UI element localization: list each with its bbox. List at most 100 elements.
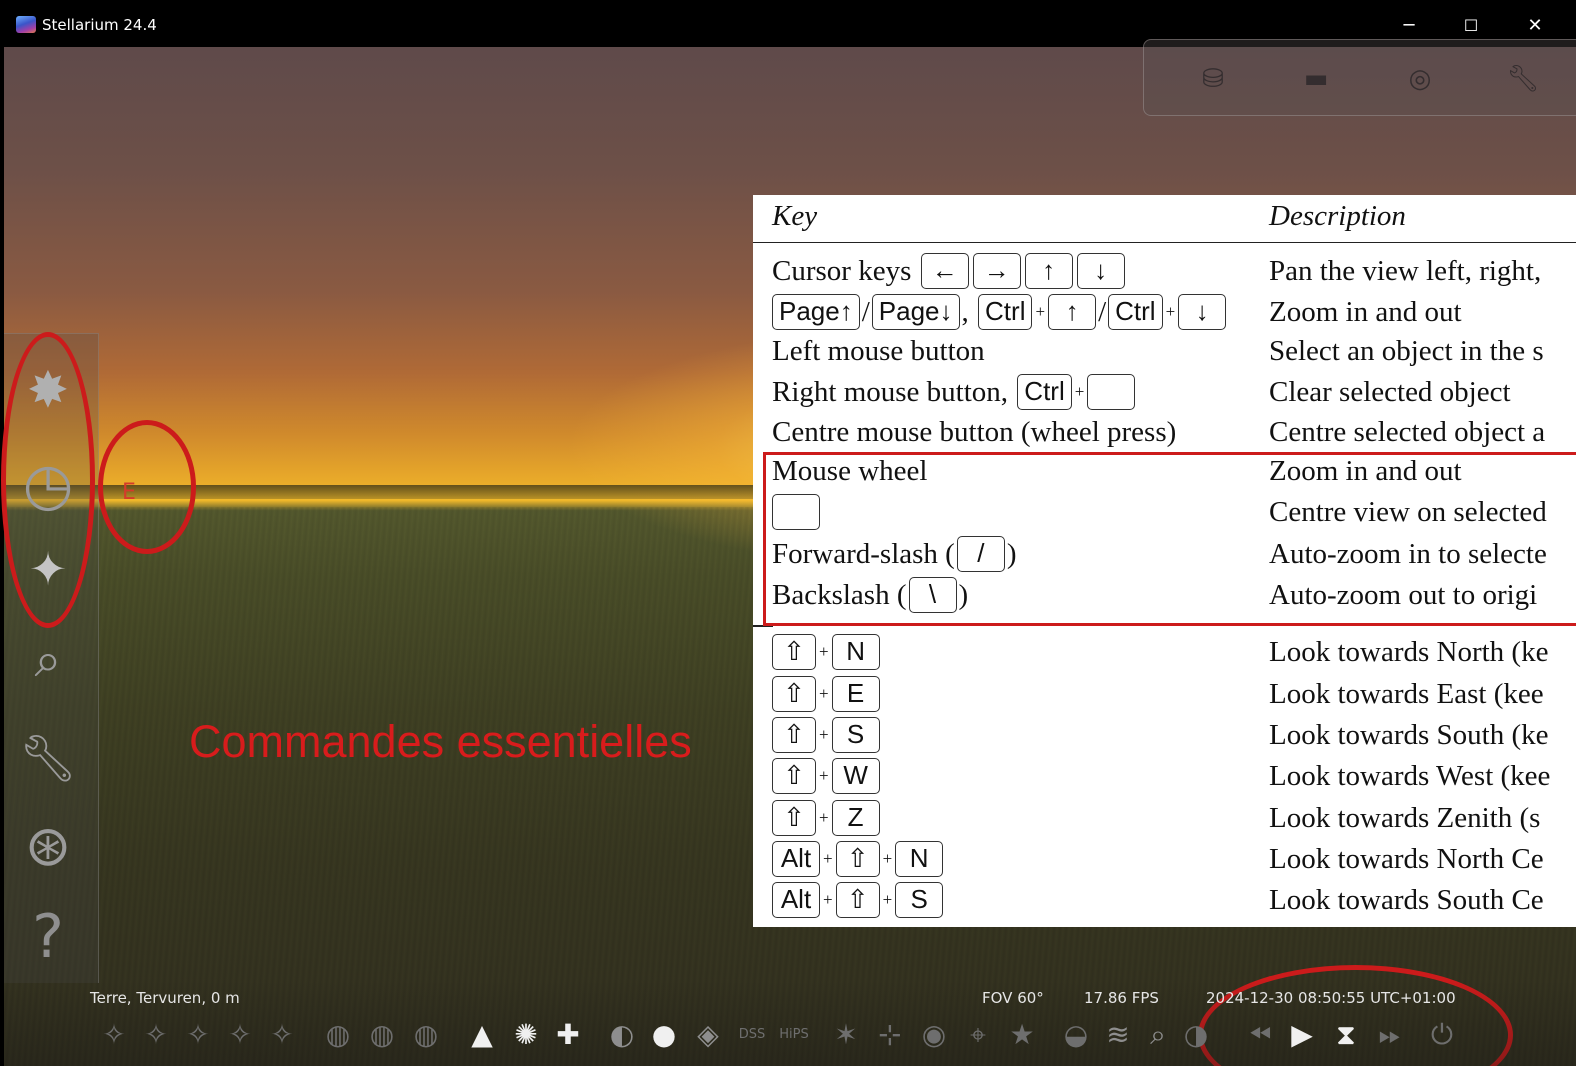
exoplanet-icon[interactable]: ≋ [1098,1015,1138,1055]
maximize-button[interactable]: ☐ [1448,9,1494,43]
wrench-icon[interactable]: 🔧︎ [1506,62,1540,96]
azimuthal-grid-icon[interactable]: ◍ [362,1015,402,1055]
key-shift: ⇧ [772,676,816,712]
hips-icon[interactable]: HiPS [774,1015,814,1055]
meteor-icon[interactable]: ✶ [826,1015,866,1055]
zoom-icon[interactable]: ⌕ [1138,1015,1178,1055]
telescope-icon[interactable]: ⌖ [958,1015,998,1055]
constellation-labels-icon[interactable]: ✧ [136,1015,176,1055]
description-cell: Clear selected object [1269,376,1511,408]
description-cell: Zoom in and out [1269,296,1462,328]
key-e: E [831,676,880,712]
description-cell: Look towards North (ke [1269,636,1549,668]
key-shift: ⇧ [835,841,880,877]
table-row: Alt + ⇧ + N Look towards North Ce [753,840,1576,880]
stellarium-logo-icon [16,16,36,33]
equatorial-grid-icon[interactable]: ◍ [318,1015,358,1055]
cardinal-points-icon[interactable]: ✚ [548,1015,588,1055]
key-shift: ⇧ [772,758,816,794]
satellites-icon[interactable]: ◈ [688,1015,728,1055]
dss-icon[interactable]: DSS [732,1015,772,1055]
table-row: Left mouse button Select an object in th… [753,332,1576,372]
key-cell: Left mouse button [772,335,985,367]
table-row: ⇧ + Z Look towards Zenith (s [753,799,1576,839]
key-cell: Alt + ⇧ + N [772,840,945,878]
constellation-boundaries-icon[interactable]: ✧ [220,1015,260,1055]
asterism-icon[interactable]: ✧ [262,1015,302,1055]
key-cell: ⇧ + S [772,716,882,754]
description-cell: Look towards North Ce [1269,843,1544,875]
header-description: Description [1269,200,1406,232]
key-down: ↓ [1076,253,1125,289]
key-shift: ⇧ [835,882,880,918]
key-alt: Alt [772,841,820,877]
close-button[interactable]: ✕ [1512,9,1558,43]
description-cell: Look towards West (kee [1269,760,1551,792]
key-right: → [972,253,1021,289]
key-cell: Page↑ / Page↓, Ctrl + ↑ / Ctrl + ↓ [772,293,1228,331]
table-row: ⇧ + E Look towards East (kee [753,675,1576,715]
ground-icon[interactable]: ▲ [462,1015,502,1055]
settings-wrench-icon[interactable]: 🔧︎ [16,726,80,790]
bucket-icon[interactable]: ⛁ [1196,62,1230,96]
annotation-ellipse-cardinal [98,420,196,554]
key-n: N [895,841,944,877]
table-row: Alt + ⇧ + S Look towards South Ce [753,881,1576,921]
quit-icon[interactable]: ⏻ [1422,1015,1462,1055]
now-icon[interactable]: ⧗ [1326,1015,1366,1055]
annotation-label: Commandes essentielles [189,716,692,767]
key-cell: ⇧ + N [772,633,882,671]
header-key: Key [772,200,818,232]
nebulae-icon[interactable]: ◐ [602,1015,642,1055]
table-row: Page↑ / Page↓, Ctrl + ↑ / Ctrl + ↓ Zoom in and o… [753,293,1576,333]
eye-icon[interactable]: ◉ [914,1015,954,1055]
search-icon[interactable]: ⌕ [16,628,80,692]
astro-calc-icon[interactable]: ⊛ [16,815,80,879]
key-cell: Centre mouse button (wheel press) [772,416,1177,448]
ocular-icon[interactable]: ⊹ [870,1015,910,1055]
fps-label: 17.86 FPS [1084,989,1159,1007]
night-mode-icon[interactable]: ◑ [1176,1015,1216,1055]
key-ctrl: Ctrl [1017,374,1072,410]
datetime-label[interactable]: 2024-12-30 08:50:55 UTC+01:00 [1206,989,1456,1007]
key-cell: Cursor keys ← → ↑ ↓ [772,252,1127,290]
window-title: Stellarium 24.4 [42,16,157,34]
help-icon[interactable]: ? [16,905,80,969]
planets-icon[interactable]: ● [644,1015,684,1055]
description-cell: Select an object in the s [1269,335,1544,367]
annotation-highlight-box [763,452,1576,626]
fast-forward-icon[interactable]: ⏩︎ [1370,1015,1410,1055]
constellation-art-icon[interactable]: ✧ [178,1015,218,1055]
bookmark-icon[interactable]: ★ [1002,1015,1042,1055]
minimize-button[interactable]: ─ [1386,9,1432,43]
table-row: Centre mouse button (wheel press) Centre… [753,413,1576,453]
key-cell: ⇧ + E [772,675,882,713]
key-s: S [831,717,880,753]
key-up: ↑ [1024,253,1073,289]
mount-icon[interactable]: ◒ [1056,1015,1096,1055]
key-space [1087,374,1136,410]
key-down: ↓ [1178,294,1227,330]
rewind-icon[interactable]: ⏪︎ [1240,1015,1280,1055]
key-shift: ⇧ [772,800,816,836]
description-cell: Look towards East (kee [1269,678,1544,710]
galactic-grid-icon[interactable]: ◍ [406,1015,446,1055]
target-icon[interactable]: ◎ [1403,62,1437,96]
key-s: S [895,882,944,918]
fov-label: FOV 60° [982,989,1044,1007]
screen-icon[interactable]: ▬ [1299,62,1333,96]
constellation-lines-icon[interactable]: ✧ [94,1015,134,1055]
key-z: Z [831,800,880,836]
description-cell: Pan the view left, right, [1269,255,1542,287]
annotation-ellipse-sidebar [1,332,95,628]
key-w: W [831,758,880,794]
key-up: ↑ [1048,294,1097,330]
play-icon[interactable]: ▶ [1282,1015,1322,1055]
key-ctrl: Ctrl [978,294,1033,330]
key-n: N [831,634,880,670]
key-cell: ⇧ + Z [772,799,882,837]
key-ctrl: Ctrl [1108,294,1163,330]
atmosphere-icon[interactable]: ✺ [506,1015,546,1055]
location-label[interactable]: Terre, Tervuren, 0 m [90,989,240,1007]
table-row: ⇧ + N Look towards North (ke [753,633,1576,673]
